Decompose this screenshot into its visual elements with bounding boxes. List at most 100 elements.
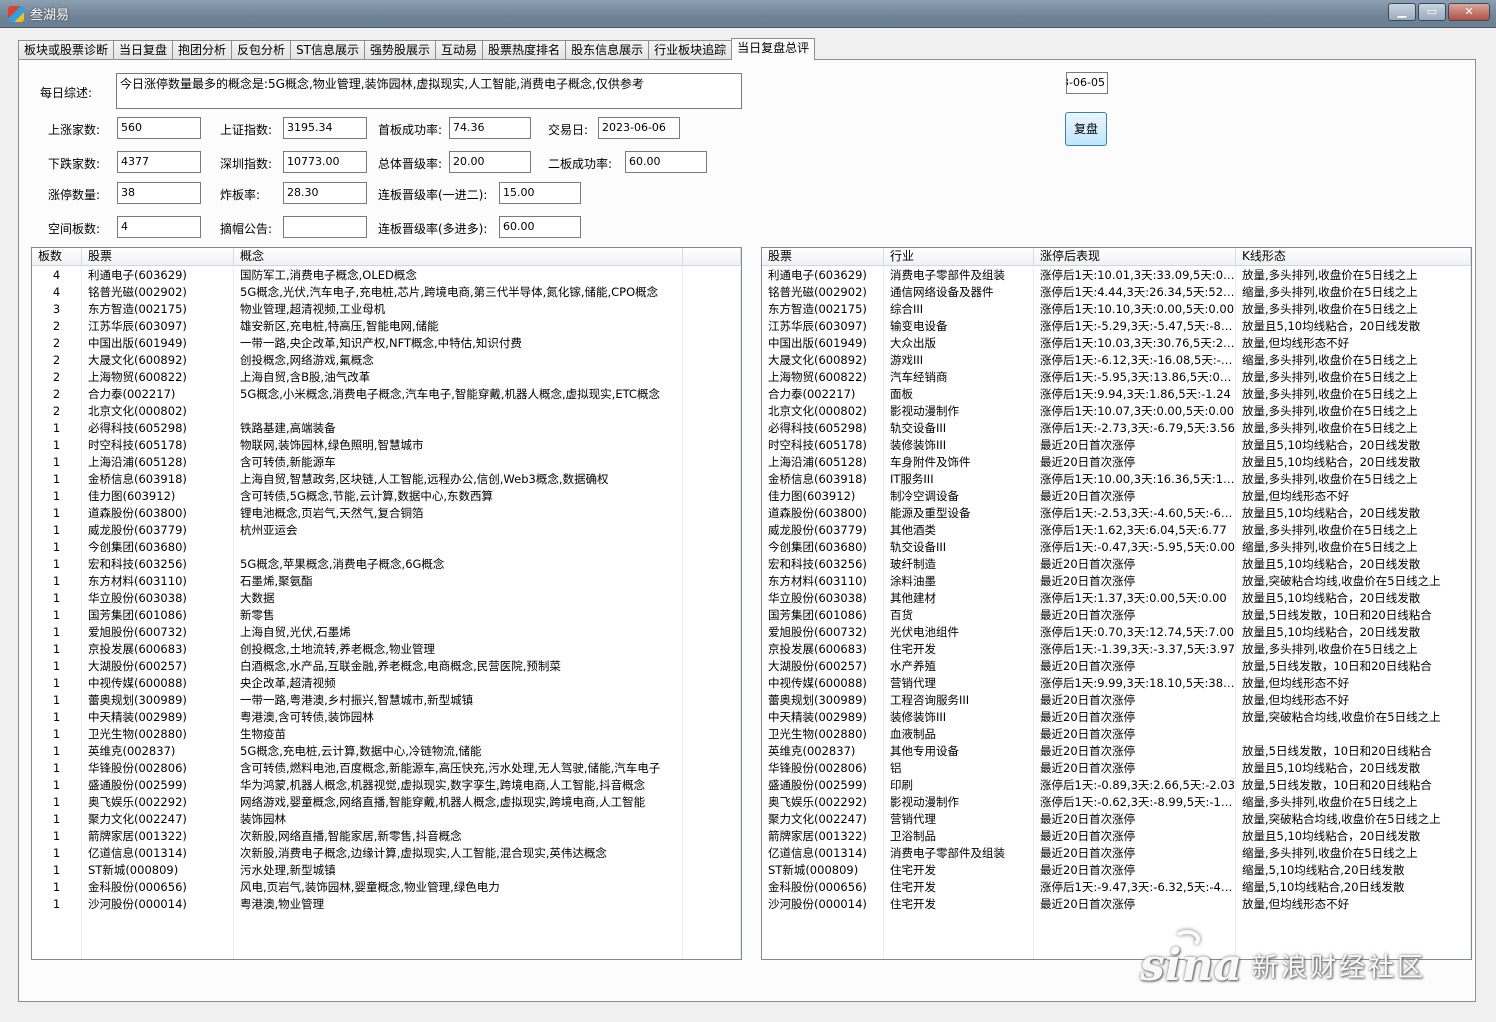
table-row[interactable]: 2 江苏华辰(603097) 雄安新区,充电桩,特高压,智能电网,储能 [32,318,741,335]
table-row[interactable]: 1 聚力文化(002247) 装饰园林 [32,811,741,828]
table-row[interactable]: 2 北京文化(000802) [32,403,741,420]
table-row[interactable]: 1 京投发展(600683) 创投概念,土地流转,养老概念,物业管理 [32,641,741,658]
column-header[interactable]: 行业 [884,248,1034,266]
column-header[interactable]: 股票 [82,248,234,266]
tab-7[interactable]: 股票热度排名 [482,40,567,60]
table-row[interactable]: 东方材料(603110) 涂料油墨 最近20日首次涨停 放量,突破粘合均线,收盘价在5… [762,573,1471,590]
table-row[interactable]: 沙河股份(000014) 住宅开发 最近20日首次涨停 放量,但均线形态不好 [762,896,1471,913]
column-header[interactable]: 涨停后表现 [1034,248,1236,266]
table-row[interactable]: 北京文化(000802) 影视动漫制作 涨停后1天:10.07,3天:0.00,5天… [762,403,1471,420]
limit-up-field[interactable]: 38 [117,182,201,204]
table-row[interactable]: 威龙股份(603779) 其他酒类 涨停后1天:1.62,3天:6.04,5天:6.… [762,522,1471,539]
close-button[interactable]: ✕ [1448,3,1490,21]
table-row[interactable]: 1 华立股份(603038) 大数据 [32,590,741,607]
table-row[interactable]: 英维克(002837) 其他专用设备 最近20日首次涨停 放量,5日线发散，10日和2… [762,743,1471,760]
table-row[interactable]: 中国出版(601949) 大众出版 涨停后1天:10.03,3天:30.76,5天:… [762,335,1471,352]
table-row[interactable]: 1 必得科技(605298) 铁路基建,高端装备 [32,420,741,437]
table-row[interactable]: 上海物贸(600822) 汽车经销商 涨停后1天:-5.95,3天:13.86,5天… [762,369,1471,386]
table-row[interactable]: 中视传媒(600088) 营销代理 涨停后1天:9.99,3天:18.10,5天:3… [762,675,1471,692]
first-board-field[interactable]: 74.36 [449,117,531,139]
table-row[interactable]: 亿道信息(001314) 消费电子零部件及组装 最近20日首次涨停 缩量,多头排列,收… [762,845,1471,862]
table-row[interactable]: 大湖股份(600257) 水产养殖 最近20日首次涨停 放量,5日线发散，10日和20… [762,658,1471,675]
table-row[interactable]: 宏和科技(603256) 玻纤制造 最近20日首次涨停 放量且5,10均线粘合，20日… [762,556,1471,573]
space-field[interactable]: 4 [117,216,201,238]
column-header[interactable]: K线形态 [1236,248,1471,266]
tab-0[interactable]: 板块或股票诊断 [18,40,115,60]
table-row[interactable]: ST新城(000809) 住宅开发 最近20日首次涨停 缩量,5,10均线粘合,20日… [762,862,1471,879]
table-row[interactable]: 2 大晟文化(600892) 创投概念,网络游戏,氟概念 [32,352,741,369]
table-row[interactable]: 1 沙河股份(000014) 粤港澳,物业管理 [32,896,741,913]
broken-field[interactable]: 28.30 [283,182,367,204]
table-row[interactable]: 1 上海沿浦(605128) 含可转债,新能源车 [32,454,741,471]
tab-2[interactable]: 抱团分析 [172,40,233,60]
table-row[interactable]: 1 ST新城(000809) 污水处理,新型城镇 [32,862,741,879]
tab-10[interactable]: 当日复盘总评 [731,38,816,60]
table-row[interactable]: 华锋股份(002806) 铝最近20日首次涨停 放量且5,10均线粘合，20日线发散 [762,760,1471,777]
table-row[interactable]: 1 亿道信息(001314) 次新股,消费电子概念,边缘计算,虚拟现实,人工智能,混… [32,845,741,862]
table-row[interactable]: 时空科技(605178) 装修装饰III 最近20日首次涨停 放量且5,10均线粘合，… [762,437,1471,454]
table-row[interactable]: 2 合力泰(002217) 5G概念,小米概念,消费电子概念,汽车电子,智能穿戴,机… [32,386,741,403]
maximize-button[interactable]: ▭ [1418,3,1446,21]
table-row[interactable]: 1 蕾奥规划(300989) 一带一路,粤港澳,乡村振兴,智慧城市,新型城镇 [32,692,741,709]
table-row[interactable]: 箭牌家居(001322) 卫浴制品 最近20日首次涨停 放量且5,10均线粘合，20日… [762,828,1471,845]
up-count-field[interactable]: 560 [117,117,201,139]
table-row[interactable]: 道森股份(603800) 能源及重型设备 涨停后1天:-2.53,3天:-4.60,… [762,505,1471,522]
table-row[interactable]: 铭普光磁(002902) 通信网络设备及器件 涨停后1天:4.44,3天:26.34… [762,284,1471,301]
table-row[interactable]: 1 卫光生物(002880) 生物疫苗 [32,726,741,743]
table-row[interactable]: 合力泰(002217) 面板 涨停后1天:9.94,3天:1.86,5天:-1.24… [762,386,1471,403]
table-row[interactable]: 利通电子(603629) 消费电子零部件及组装 涨停后1天:10.01,3天:33.… [762,267,1471,284]
table-row[interactable]: 卫光生物(002880) 血液制品 最近20日首次涨停 [762,726,1471,743]
table-row[interactable]: 3 东方智造(002175) 物业管理,超清视频,工业母机 [32,301,741,318]
tab-3[interactable]: 反包分析 [231,40,292,60]
date-picker[interactable]: 2023-06-05 [1066,72,1108,94]
table-row[interactable]: 1 今创集团(603680) [32,539,741,556]
table-row[interactable]: 1 华锋股份(002806) 含可转债,燃料电池,百度概念,新能源车,高压快充,污水… [32,760,741,777]
table-row[interactable]: 1 东方材料(603110) 石墨烯,聚氨酯 [32,573,741,590]
tab-8[interactable]: 股东信息展示 [565,40,650,60]
trade-date-field[interactable]: 2023-06-06 [598,117,680,139]
table-row[interactable]: 1 中视传媒(600088) 央企改革,超清视频 [32,675,741,692]
table-row[interactable]: 上海沿浦(605128) 车身附件及饰件 最近20日首次涨停 放量且5,10均线粘合，… [762,454,1471,471]
table-row[interactable]: 金桥信息(603918) IT服务III 涨停后1天:10.00,3天:16.36,… [762,471,1471,488]
table-row[interactable]: 盛通股份(002599) 印刷 涨停后1天:-0.89,3天:2.66,5天:-2.… [762,777,1471,794]
table-row[interactable]: 2 上海物贸(600822) 上海自贸,含B股,油气改革 [32,369,741,386]
table-row[interactable]: 1 道森股份(603800) 锂电池概念,页岩气,天然气,复合铜箔 [32,505,741,522]
table-row[interactable]: 今创集团(603680) 轨交设备III 涨停后1天:-0.47,3天:-5.95,… [762,539,1471,556]
table-row[interactable]: 江苏华辰(603097) 输变电设备 涨停后1天:-5.29,3天:-5.47,5天… [762,318,1471,335]
table-row[interactable]: 必得科技(605298) 轨交设备III 涨停后1天:-2.73,3天:-6.79,… [762,420,1471,437]
table-row[interactable]: 1 金科股份(000656) 风电,页岩气,装饰园林,婴童概念,物业管理,绿色电力 [32,879,741,896]
sh-index-field[interactable]: 3195.34 [283,117,367,139]
table-row[interactable]: 华立股份(603038) 其他建材 涨停后1天:1.37,3天:0.00,5天:0.… [762,590,1471,607]
summary-textbox[interactable]: 今日涨停数量最多的概念是:5G概念,物业管理,装饰园林,虚拟现实,人工智能,消费… [116,73,742,109]
table-row[interactable]: 奥飞娱乐(002292) 影视动漫制作 涨停后1天:-0.62,3天:-8.99,5… [762,794,1471,811]
table-row[interactable]: 2 中国出版(601949) 一带一路,央企改革,知识产权,NFT概念,中特估,知识… [32,335,741,352]
minimize-button[interactable]: ▁ [1388,3,1416,21]
table-row[interactable]: 国芳集团(601086) 百货 最近20日首次涨停 放量,5日线发散，10日和20日线… [762,607,1471,624]
fupan-button[interactable]: 复盘 [1065,112,1107,146]
tab-5[interactable]: 强势股展示 [364,40,437,60]
column-header[interactable]: 概念 [234,248,683,266]
table-row[interactable]: 1 威龙股份(603779) 杭州亚运会 [32,522,741,539]
table-row[interactable]: 聚力文化(002247) 营销代理 最近20日首次涨停 放量,突破粘合均线,收盘价在5… [762,811,1471,828]
table-row[interactable]: 佳力图(603912) 制冷空调设备 最近20日首次涨停 放量,但均线形态不好 [762,488,1471,505]
table-row[interactable]: 1 盛通股份(002599) 华为鸿蒙,机器人概念,机器视觉,虚拟现实,数字孪生,跨… [32,777,741,794]
notice-field[interactable] [283,216,367,238]
table-row[interactable]: 1 国芳集团(601086) 新零售 [32,607,741,624]
tab-4[interactable]: ST信息展示 [290,40,366,60]
promote-field[interactable]: 20.00 [449,151,531,173]
table-row[interactable]: 蕾奥规划(300989) 工程咨询服务III 最近20日首次涨停 放量,但均线形态不好 [762,692,1471,709]
promote12-field[interactable]: 15.00 [499,182,581,204]
tab-6[interactable]: 互动易 [435,40,484,60]
table-row[interactable]: 1 宏和科技(603256) 5G概念,苹果概念,消费电子概念,6G概念 [32,556,741,573]
table-row[interactable]: 1 奥飞娱乐(002292) 网络游戏,婴童概念,网络直播,智能穿戴,机器人概念,虚… [32,794,741,811]
table-row[interactable]: 1 中天精装(002989) 粤港澳,含可转债,装饰园林 [32,709,741,726]
down-count-field[interactable]: 4377 [117,151,201,173]
limit-up-concept-table[interactable]: 板数 股票 概念 4 利通电子(603629) 国防军工,消费电子概念,OLED概念 4 铭… [31,247,742,960]
table-row[interactable]: 1 金桥信息(603918) 上海自贸,智慧政务,区块链,人工智能,远程办公,信创,… [32,471,741,488]
table-row[interactable]: 大晟文化(600892) 游戏III 涨停后1天:-6.12,3天:-16.08,5… [762,352,1471,369]
table-row[interactable]: 4 利通电子(603629) 国防军工,消费电子概念,OLED概念 [32,267,741,284]
table-row[interactable]: 1 箭牌家居(001322) 次新股,网络直播,智能家居,新零售,抖音概念 [32,828,741,845]
table-row[interactable]: 1 英维克(002837) 5G概念,充电桩,云计算,数据中心,冷链物流,储能 [32,743,741,760]
tab-9[interactable]: 行业板块追踪 [648,40,733,60]
limit-up-performance-table[interactable]: 股票 行业 涨停后表现 K线形态 利通电子(603629) 消费电子零部件及组装 涨停后1… [761,247,1472,960]
